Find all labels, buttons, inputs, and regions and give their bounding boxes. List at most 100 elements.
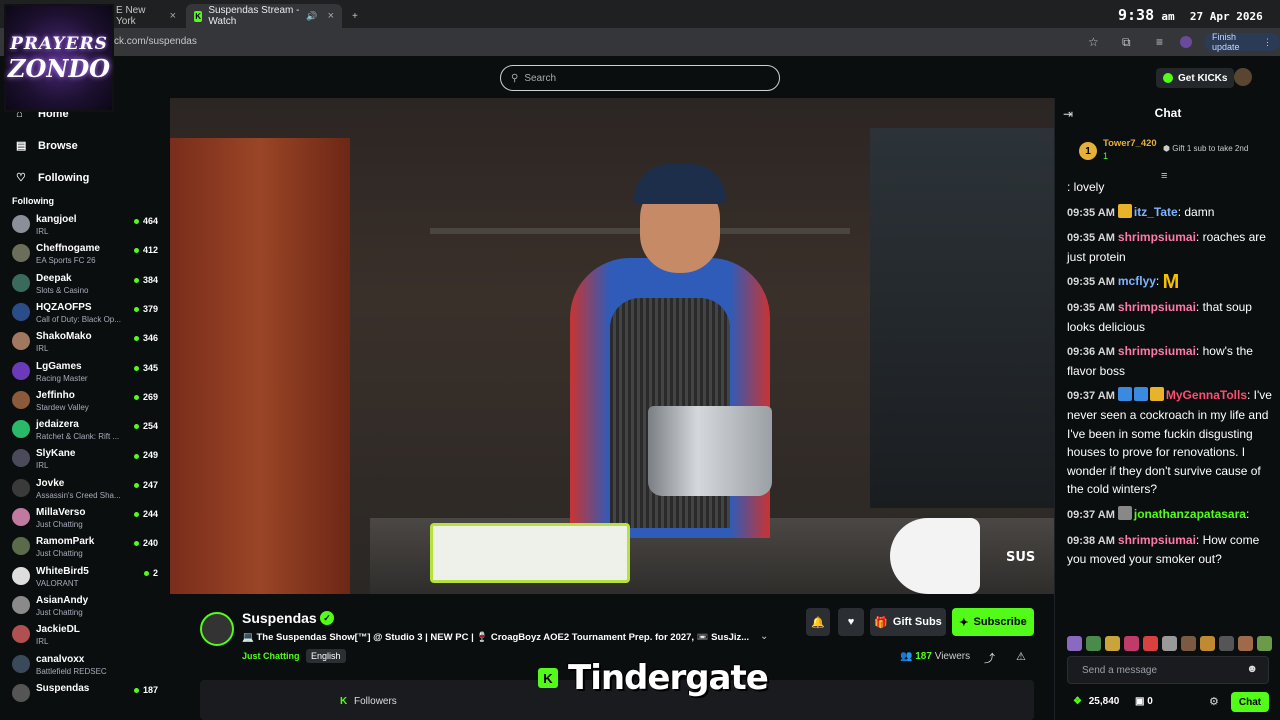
- emote-icon[interactable]: [1105, 636, 1120, 651]
- collapse-chat-icon[interactable]: ⇥: [1063, 107, 1073, 121]
- kicks-balance[interactable]: ❖ 25,840: [1073, 696, 1119, 707]
- message-username[interactable]: mcflyy: [1118, 274, 1156, 288]
- sidebar-item-jeffinho[interactable]: Jeffinho Stardew Valley 269: [10, 388, 160, 416]
- emoji-icon[interactable]: ☻: [1246, 663, 1258, 675]
- sidebar-item-following[interactable]: ♡ Following: [16, 171, 89, 185]
- message-text: : lovely: [1067, 180, 1105, 194]
- stream-title: 💻 The Suspendas Show[™] @ Studio 3 | NEW…: [242, 632, 750, 643]
- message-time: 09:38 AM: [1067, 534, 1115, 547]
- sidebar-item-asianandy[interactable]: AsianAndy Just Chatting: [10, 593, 160, 621]
- sidebar-item-slykane[interactable]: SlyKane IRL 249: [10, 446, 160, 474]
- sidebar-item-shakomako[interactable]: ShakoMako IRL 346: [10, 329, 160, 357]
- sidebar-item-suspendas[interactable]: Suspendas 187: [10, 681, 160, 709]
- emote-icon[interactable]: [1181, 636, 1196, 651]
- chevron-down-icon[interactable]: ⌄: [760, 631, 768, 642]
- sidebar-item-canalvoxx[interactable]: canalvoxx Battlefield REDSEC: [10, 652, 160, 680]
- emote-icon[interactable]: [1143, 636, 1158, 651]
- sidebar-item-millaverso[interactable]: MillaVerso Just Chatting 244: [10, 505, 160, 533]
- message-text: :: [1245, 506, 1250, 521]
- sidebar-item-jackiedl[interactable]: JackieDL IRL: [10, 622, 160, 650]
- channel-name: Jeffinho: [36, 389, 75, 401]
- video-player[interactable]: SUS: [170, 98, 1054, 594]
- emote-icon[interactable]: [1238, 636, 1253, 651]
- video-watermark: SUS: [1006, 550, 1036, 565]
- stream-category[interactable]: Just Chatting: [242, 651, 300, 661]
- channel-name: WhiteBird5: [36, 565, 89, 577]
- emote-icon[interactable]: [1257, 636, 1272, 651]
- avatar: [12, 478, 30, 497]
- heart-icon: ♥: [847, 616, 855, 628]
- speaker-icon[interactable]: 🔊: [306, 11, 317, 22]
- sidebar-item-lggames[interactable]: LgGames Racing Master 345: [10, 359, 160, 387]
- live-viewer-count: 464: [133, 216, 158, 226]
- search-input[interactable]: ⚲ Search: [500, 65, 780, 91]
- url-field[interactable]: ck.com/suspendas: [114, 36, 197, 47]
- sidebar-item-hqzaofps[interactable]: HQZAOFPS Call of Duty: Black Op... 379: [10, 300, 160, 328]
- emote-icon[interactable]: [1219, 636, 1234, 651]
- message-username[interactable]: MyGennaTolls: [1166, 388, 1247, 402]
- emote-icon[interactable]: [1162, 636, 1177, 651]
- message-time: 09:35 AM: [1067, 301, 1115, 314]
- sidebar-item-jovke[interactable]: Jovke Assassin's Creed Sha... 247: [10, 476, 160, 504]
- finish-update-button[interactable]: Finish update ⋮: [1204, 32, 1280, 52]
- message-username[interactable]: shrimpsiumai: [1118, 344, 1196, 358]
- sidebar-item-deepak[interactable]: Deepak Slots & Casino 384: [10, 271, 160, 299]
- channel-name: HQZAOFPS: [36, 301, 92, 313]
- sidebar-item-cheffnogame[interactable]: Cheffnogame EA Sports FC 26 412: [10, 241, 160, 269]
- sidebar-item-browse[interactable]: ▤ Browse: [16, 139, 78, 153]
- profile-icon[interactable]: [1180, 36, 1192, 48]
- streamer-avatar[interactable]: [200, 612, 234, 646]
- pinned-user[interactable]: Tower7_420: [1103, 138, 1157, 149]
- sidebar-item-ramompark[interactable]: RamomPark Just Chatting 240: [10, 534, 160, 562]
- browser-tab-suspendas[interactable]: K Suspendas Stream - Watch 🔊 ×: [186, 4, 342, 28]
- avatar[interactable]: [1234, 68, 1252, 86]
- live-dot-icon: [133, 307, 139, 313]
- share-icon[interactable]: ⤴: [984, 650, 995, 666]
- message-username[interactable]: shrimpsiumai: [1118, 533, 1196, 547]
- live-dot-icon: [133, 424, 139, 430]
- sidebar-item-jedaizera[interactable]: jedaizera Ratchet & Clank: Rift ... 254: [10, 417, 160, 445]
- channel-category: VALORANT: [36, 578, 79, 588]
- chat-title: Chat: [1154, 106, 1182, 120]
- chat-message-input[interactable]: Send a message ☻: [1067, 656, 1269, 684]
- message-username[interactable]: shrimpsiumai: [1118, 230, 1196, 244]
- emote-icon[interactable]: [1124, 636, 1139, 651]
- emote-icon[interactable]: [1067, 636, 1082, 651]
- gift-sub-prompt[interactable]: ⬢ Gift 1 sub to take 2nd: [1163, 144, 1248, 153]
- get-kicks-button[interactable]: Get KICKs: [1156, 68, 1235, 88]
- browser-tab-new-york[interactable]: E New York ×: [108, 4, 184, 28]
- report-icon[interactable]: ⚠: [1016, 650, 1026, 663]
- send-chat-button[interactable]: Chat: [1231, 692, 1269, 712]
- notification-bell-button[interactable]: 🔔: [806, 608, 830, 636]
- sidebar-item-kangjoel[interactable]: kangjoel IRL 464: [10, 212, 160, 240]
- star-icon[interactable]: ☆: [1088, 35, 1099, 49]
- emote-icon[interactable]: [1200, 636, 1215, 651]
- media-icon[interactable]: ≡: [1156, 35, 1163, 49]
- message-username[interactable]: itz_Tate: [1134, 205, 1178, 219]
- caption-text: Tindergate: [568, 658, 769, 698]
- chat-message: 09:35 AM itz_Tate: damn: [1067, 203, 1273, 223]
- viewer-number: 384: [142, 274, 158, 285]
- user-badge-icon: [1117, 203, 1132, 218]
- gift-sub-label: Gift 1 sub to take 2nd: [1172, 144, 1249, 153]
- channel-category: Ratchet & Clank: Rift ...: [36, 432, 120, 442]
- channel-category: IRL: [36, 344, 49, 354]
- new-tab-button[interactable]: +: [344, 4, 366, 28]
- subscribe-button[interactable]: ✦ Subscribe: [952, 608, 1034, 636]
- emote-icon[interactable]: [1086, 636, 1101, 651]
- heart-icon: ♡: [16, 172, 26, 184]
- sidebar-item-whitebird5[interactable]: WhiteBird5 VALORANT 2: [10, 564, 160, 592]
- gift-subs-button[interactable]: 🎁 Gift Subs: [870, 608, 946, 636]
- pinned-count: 1: [1103, 151, 1109, 161]
- extensions-icon[interactable]: ⧉: [1122, 35, 1131, 50]
- close-icon[interactable]: ×: [170, 10, 176, 22]
- gift-count[interactable]: ▣ 0: [1135, 696, 1153, 707]
- streamer-name[interactable]: Suspendas: [242, 610, 317, 626]
- language-tag[interactable]: English: [306, 649, 346, 663]
- message-username[interactable]: jonathanzapatasara: [1134, 507, 1246, 521]
- close-icon[interactable]: ×: [328, 10, 334, 22]
- follow-heart-button[interactable]: ♥: [838, 608, 864, 636]
- message-username[interactable]: shrimpsiumai: [1118, 300, 1196, 314]
- followers-prefix: K: [340, 696, 348, 707]
- gear-icon[interactable]: ⚙: [1209, 695, 1219, 708]
